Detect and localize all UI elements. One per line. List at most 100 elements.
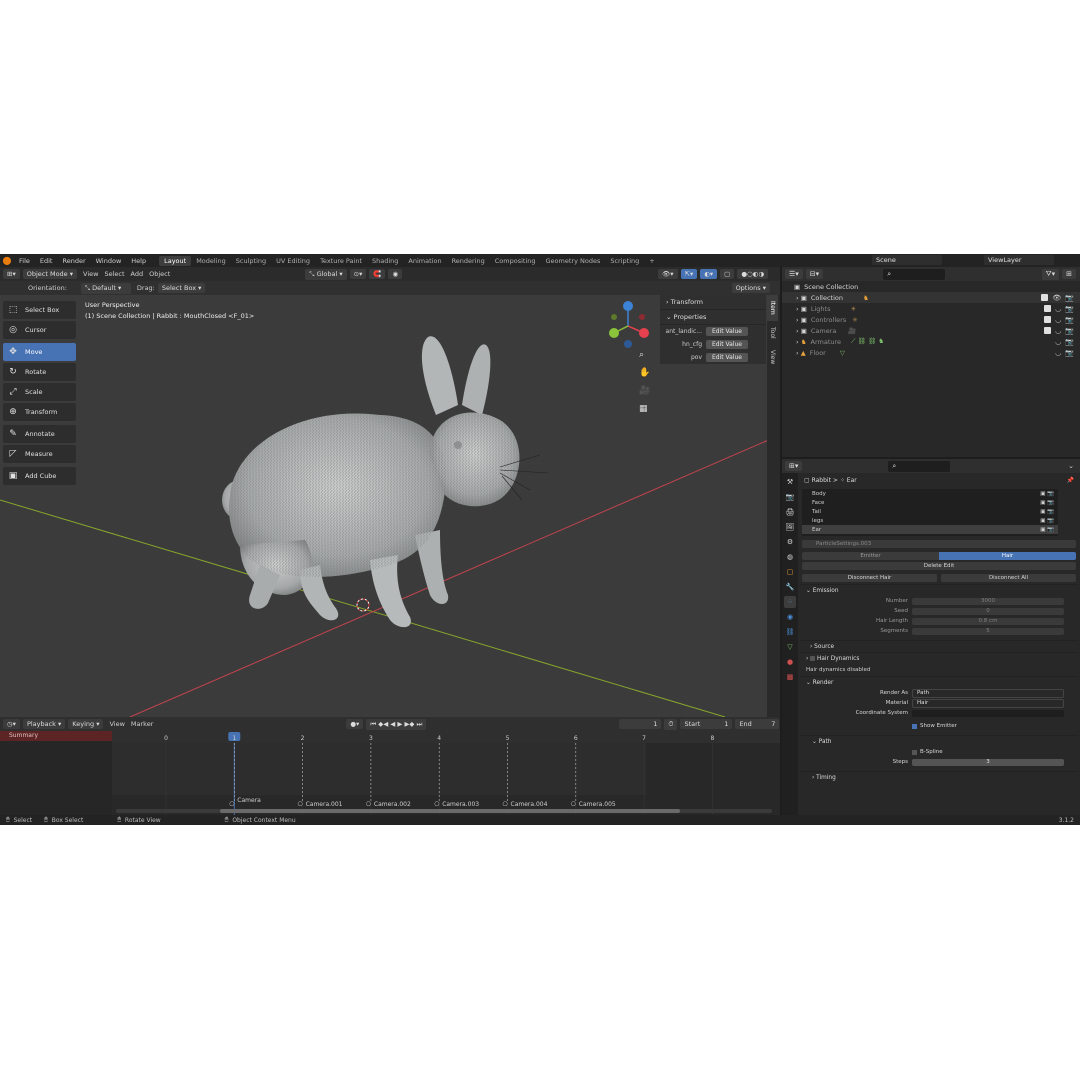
outliner-editor[interactable]: ☰▾ ⊟▾ ⌕ ⛛▾ ⊞ ▣ Scene Collection › ▣ Coll… [782, 267, 1080, 457]
physics-tab-icon[interactable]: ◉ [784, 611, 796, 623]
visibility-icons[interactable]: ▣ 📷 [1040, 500, 1054, 506]
modifier-tab-icon[interactable]: 🔧 [784, 581, 796, 593]
zoom-icon[interactable]: ⌕ [639, 350, 644, 360]
render-camera-icon[interactable]: 📷 [1065, 316, 1074, 324]
properties-editor-icon[interactable]: ⊞▾ [785, 461, 803, 471]
blender-logo-icon[interactable]: ⬤ [0, 256, 14, 265]
options-dropdown[interactable]: Options ▾ [731, 283, 770, 293]
snap-icon[interactable]: 🧲 [369, 269, 386, 279]
render-camera-icon[interactable]: 📷 [1065, 294, 1074, 302]
seed-field[interactable]: 0 [912, 607, 1064, 615]
hair-toggle-button[interactable]: Hair [939, 552, 1076, 560]
render-tab-icon[interactable]: 📷 [784, 491, 796, 503]
outliner-row-controllers[interactable]: › ▣ Controllers ✳ ◡ 📷 [782, 314, 1080, 325]
pan-hand-icon[interactable]: ✋ [639, 366, 650, 378]
tab-compositing[interactable]: Compositing [490, 256, 541, 266]
hidden-eye-icon[interactable]: ◡ [1055, 338, 1061, 346]
menu-edit[interactable]: Edit [35, 257, 58, 265]
hair-length-field[interactable]: 0.8 cm [912, 617, 1064, 625]
menu-help[interactable]: Help [126, 257, 151, 265]
current-frame-field[interactable]: 1 [619, 719, 662, 729]
record-icon[interactable]: ●▾ [346, 719, 364, 729]
output-tab-icon[interactable]: 🖨 [784, 506, 796, 518]
render-camera-icon[interactable]: 📷 [1065, 349, 1074, 357]
shading-solid-icon[interactable]: ●○◐◑ [737, 269, 768, 279]
expand-icon[interactable]: › [796, 338, 799, 346]
pin-icon[interactable]: 📌 [1067, 477, 1074, 484]
stopwatch-icon[interactable]: ⏱ [664, 718, 678, 730]
marker-camera-icon[interactable]: ⎔ [434, 801, 440, 808]
render-camera-icon[interactable]: 📷 [1065, 338, 1074, 346]
tool-annotate[interactable]: ✎ Annotate [3, 425, 76, 443]
frame-ruler[interactable]: 0 1 2 3 4 5 6 7 8 [112, 731, 780, 743]
playback-menu[interactable]: Playback ▾ [22, 719, 66, 729]
marker-camera-icon[interactable]: ⎔ [503, 801, 509, 808]
scene-selector[interactable]: Scene [872, 255, 942, 265]
marker-camera-icon[interactable]: ⎔ [366, 801, 372, 808]
view-layer-tab-icon[interactable]: 🖼 [784, 521, 796, 533]
new-collection-icon[interactable]: ⊞ [1062, 269, 1076, 279]
exclude-checkbox[interactable] [1044, 327, 1052, 334]
transform-orientation-dropdown[interactable]: ⤡ Global ▾ [305, 268, 347, 280]
particles-tab-icon[interactable]: ⁘ [784, 596, 796, 608]
menu-window[interactable]: Window [91, 257, 127, 265]
expand-icon[interactable]: › [796, 327, 799, 335]
exclude-checkbox[interactable] [1044, 305, 1052, 312]
emitter-toggle-button[interactable]: Emitter [802, 552, 939, 560]
tool-measure[interactable]: ◸ Measure [3, 445, 76, 463]
properties-editor[interactable]: ⊞▾ ⌕ ⌄ ⚒ 📷 🖨 🖼 ⚙ ◍ ▢ 🔧 ⁘ ◉ ⛓ ▽ ● ▩ ▢ Rab… [782, 459, 1080, 815]
menu-object[interactable]: Object [149, 270, 170, 278]
tab-modeling[interactable]: Modeling [191, 256, 231, 266]
playback-controls[interactable]: ⏮ ◆◀ ◀ ▶ ▶◆ ⏭ [366, 718, 427, 730]
drag-dropdown[interactable]: Select Box ▾ [157, 283, 206, 293]
hidden-eye-icon[interactable]: ◡ [1055, 349, 1061, 357]
expand-icon[interactable]: › [796, 294, 799, 302]
tool-scale[interactable]: ⤢ Scale [3, 383, 76, 401]
list-item[interactable]: legs ▣ 📷 [802, 516, 1058, 525]
gizmo-z-icon[interactable] [623, 301, 633, 311]
tab-sculpting[interactable]: Sculpting [231, 256, 271, 266]
visibility-icons[interactable]: ▣ 📷 [1040, 518, 1054, 524]
add-workspace-button[interactable]: + [644, 256, 659, 266]
mesh-data-tab-icon[interactable]: ▽ [784, 641, 796, 653]
outliner-row-floor[interactable]: › ▲ Floor ▽ ◡ 📷 [782, 347, 1080, 358]
show-emitter-checkbox[interactable] [912, 723, 917, 729]
tab-uv-editing[interactable]: UV Editing [271, 256, 315, 266]
outliner-row-armature[interactable]: › ♞ Armature ⟋ ⛓ ⛓ ♞ ◡ 📷 [782, 336, 1080, 347]
marker-label[interactable]: Camera.004 [511, 801, 548, 808]
timeline-scrollbar-thumb[interactable] [220, 809, 680, 813]
menu-select[interactable]: Select [104, 270, 124, 278]
tab-scripting[interactable]: Scripting [605, 256, 644, 266]
marker-camera-icon[interactable]: ⎔ [229, 801, 235, 808]
path-panel-header[interactable]: ⌄ Path [800, 735, 1078, 747]
visibility-icons[interactable]: ▣ 📷 [1040, 491, 1054, 497]
segments-field[interactable]: 5 [912, 627, 1064, 635]
properties-section[interactable]: ⌄ Properties [660, 310, 766, 325]
render-camera-icon[interactable]: 📷 [1065, 327, 1074, 335]
filter-icon[interactable]: ⛛▾ [1041, 268, 1060, 280]
outliner-editor-icon[interactable]: ☰▾ [785, 269, 803, 279]
viewlayer-selector[interactable]: ViewLayer [984, 255, 1054, 265]
render-camera-icon[interactable]: 📷 [1065, 305, 1074, 313]
marker-label[interactable]: Camera.001 [306, 801, 343, 808]
xray-icon[interactable]: ▢ [720, 269, 735, 279]
timeline-keyframe-area[interactable]: ⎔Camera⎔ Camera.001 ⎔ Camera.002 ⎔ Camera.003… [112, 743, 780, 815]
editor-type-icon[interactable]: ⊞▾ [3, 269, 20, 279]
number-field[interactable]: 3000 [912, 597, 1064, 605]
expand-icon[interactable]: › [796, 305, 799, 313]
object-tab-icon[interactable]: ▢ [784, 566, 796, 578]
timeline-editor[interactable]: ◷▾ Playback ▾ Keying ▾ View Marker ●▾ ⏮ … [0, 717, 780, 815]
tab-geometry-nodes[interactable]: Geometry Nodes [541, 256, 606, 266]
sidebar-tab-tool[interactable]: Tool [767, 321, 778, 345]
gizmo-y-icon[interactable] [609, 328, 619, 338]
summary-channel[interactable]: Summary [0, 731, 112, 741]
tool-add-cube[interactable]: ▣ Add Cube [3, 467, 76, 485]
marker-label[interactable]: Camera.005 [579, 801, 616, 808]
tool-cursor[interactable]: ◎ Cursor [3, 321, 76, 339]
bspline-checkbox[interactable] [912, 749, 917, 755]
render-as-dropdown[interactable]: Path [912, 688, 1064, 698]
hidden-eye-icon[interactable]: ◡ [1055, 327, 1061, 335]
edit-value-button[interactable]: Edit Value [706, 353, 748, 362]
texture-tab-icon[interactable]: ▩ [784, 671, 796, 683]
hair-dynamics-panel-header[interactable]: › Hair Dynamics [800, 652, 1078, 664]
